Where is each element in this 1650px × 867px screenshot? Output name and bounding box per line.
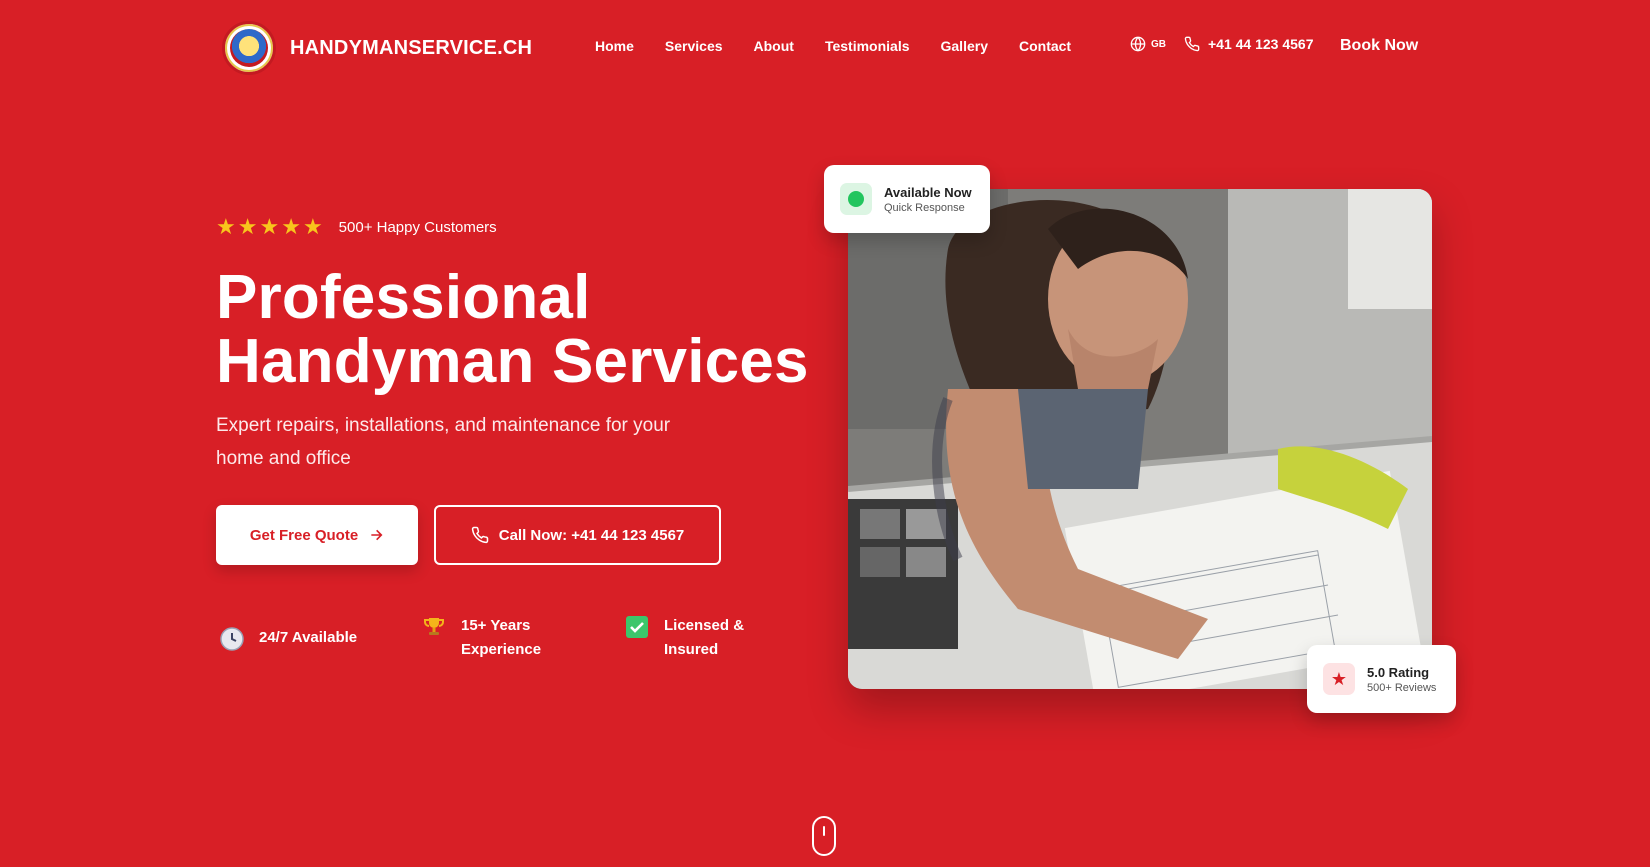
- status-dot: [848, 191, 864, 207]
- call-now-label: Call Now: +41 44 123 4567: [498, 526, 685, 544]
- nav-link-services[interactable]: Services: [665, 38, 723, 54]
- star-icon: ★: [216, 214, 236, 239]
- rating-title: 5.0 Rating: [1367, 664, 1430, 680]
- scroll-down-indicator-icon[interactable]: [812, 816, 836, 856]
- globe-icon: [1130, 36, 1146, 52]
- language-code: GB: [1151, 38, 1166, 50]
- feature-label: 24/7 Available: [259, 629, 358, 646]
- availability-text: Available Now Quick Response: [884, 185, 972, 214]
- hero-title: Professional Handyman Services: [216, 266, 809, 394]
- hero-subtitle: Expert repairs, installations, and maint…: [216, 415, 671, 469]
- arrow-right-icon: [371, 529, 383, 541]
- feature-experience: 15+ Years Experience: [421, 614, 581, 662]
- feature-label: Licensed & Insured: [664, 617, 745, 658]
- status-icon: [840, 183, 872, 215]
- clock-icon: [219, 626, 245, 652]
- language-selector[interactable]: GB: [1130, 36, 1166, 52]
- star-icon: ★: [281, 214, 301, 239]
- nav-utilities: GB +41 44 123 4567: [1130, 36, 1314, 52]
- top-navigation: HANDYMANSERVICE.CH Home Services About T…: [0, 0, 1650, 96]
- star-icon: ★: [259, 214, 280, 239]
- logo: [222, 21, 276, 75]
- hero-photo-illustration: [848, 189, 1432, 689]
- brand[interactable]: HANDYMANSERVICE.CH: [222, 21, 532, 75]
- hero-photo: [848, 189, 1432, 689]
- book-now-button[interactable]: Book Now: [1340, 37, 1418, 55]
- hero-title-line1: Professional: [216, 263, 591, 332]
- availability-badge: Available Now Quick Response: [824, 165, 990, 233]
- call-now-button[interactable]: Call Now: +41 44 123 4567: [434, 505, 721, 565]
- phone-icon: [1184, 36, 1200, 52]
- nav-link-contact[interactable]: Contact: [1019, 38, 1071, 54]
- rating-badge: ★ 5.0 Rating 500+ Reviews: [1307, 645, 1456, 713]
- feature-licensed: Licensed & Insured: [624, 614, 764, 662]
- brand-name: HANDYMANSERVICE.CH: [290, 36, 533, 59]
- logo-emblem: [230, 29, 268, 67]
- star-icon: ★: [237, 214, 258, 239]
- header-phone[interactable]: +41 44 123 4567: [1184, 36, 1314, 52]
- phone-icon: [471, 526, 488, 544]
- feature-availability: 24/7 Available: [219, 626, 357, 652]
- nav-link-testimonials[interactable]: Testimonials: [825, 38, 910, 54]
- rating-subtitle: 500+ Reviews: [1367, 681, 1437, 694]
- hero-title-line2: Handyman Services: [216, 327, 809, 396]
- get-free-quote-label: Get Free Quote: [249, 526, 359, 544]
- availability-title: Available Now: [884, 184, 972, 200]
- happy-customers: 500+ Happy Customers: [338, 218, 497, 236]
- rating-text: 5.0 Rating 500+ Reviews: [1367, 665, 1436, 694]
- feature-label: 15+ Years Experience: [461, 617, 542, 658]
- nav-link-gallery[interactable]: Gallery: [941, 38, 988, 54]
- get-free-quote-button[interactable]: Get Free Quote: [216, 505, 418, 565]
- header-phone-number: +41 44 123 4567: [1208, 36, 1314, 52]
- rating-row: ★ ★ ★ ★ ★ 500+ Happy Customers: [216, 216, 497, 238]
- star-icon: ★: [302, 214, 323, 239]
- rating-star-icon: ★: [1323, 663, 1355, 695]
- availability-subtitle: Quick Response: [884, 201, 965, 214]
- checkbox-icon: [624, 614, 650, 640]
- nav-link-home[interactable]: Home: [595, 38, 634, 54]
- main-menu: Home Services About Testimonials Gallery…: [595, 38, 1102, 54]
- nav-link-about[interactable]: About: [754, 38, 794, 54]
- trophy-icon: [421, 614, 447, 640]
